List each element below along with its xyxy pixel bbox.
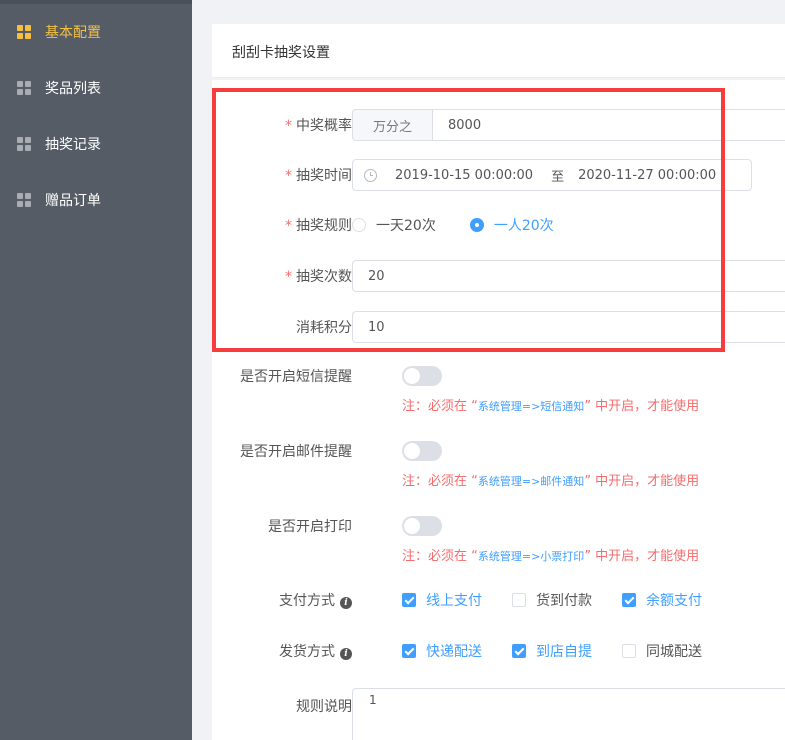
payment-row: 支付方式 i 线上支付 货到付款 余额支付 (212, 590, 785, 610)
sidebar: 基本配置 奖品列表 抽奖记录 赠品订单 (0, 0, 192, 740)
draw-count-row: * 抽奖次数 20 (212, 260, 785, 292)
page-header: 刮刮卡抽奖设置 (212, 24, 785, 78)
draw-time-label: * 抽奖时间 (285, 168, 352, 184)
probability-input[interactable]: 8000 (432, 109, 785, 141)
description-label: 规则说明 (296, 699, 352, 715)
grid-icon (17, 193, 31, 207)
sms-note: 注：必须在 “系统管理=>短信通知” 中开启，才能使用 (402, 399, 700, 414)
draw-rule-row: * 抽奖规则 一天20次 一人20次 (212, 209, 785, 241)
email-note: 注：必须在 “系统管理=>邮件通知” 中开启，才能使用 (402, 474, 700, 489)
start-datetime[interactable]: 2019-10-15 00:00:00 (395, 168, 533, 183)
sidebar-item-basic-config[interactable]: 基本配置 (0, 12, 192, 52)
print-note: 注：必须在 “系统管理=>小票打印” 中开启，才能使用 (402, 549, 700, 564)
rule-option-per-day[interactable]: 一天20次 (352, 215, 436, 235)
draw-rule-label: * 抽奖规则 (285, 218, 352, 234)
email-label: 是否开启邮件提醒 (240, 444, 352, 460)
print-label: 是否开启打印 (268, 519, 352, 535)
info-icon[interactable]: i (340, 597, 352, 609)
rule-option-per-person[interactable]: 一人20次 (469, 215, 554, 235)
checkbox-box (512, 644, 526, 658)
delivery-row: 发货方式 i 快递配送 到店自提 同城配送 (212, 641, 785, 661)
probability-input-group: 万分之 8000 (352, 109, 785, 141)
sidebar-item-prize-list[interactable]: 奖品列表 (0, 68, 192, 108)
points-label: 消耗积分 (296, 320, 352, 336)
payment-cod-checkbox[interactable]: 货到付款 (512, 590, 592, 610)
delivery-pickup-checkbox[interactable]: 到店自提 (512, 641, 592, 661)
delivery-checkbox-group: 快递配送 到店自提 同城配送 (402, 641, 732, 661)
payment-label: 支付方式 i (279, 590, 352, 610)
draw-time-row: * 抽奖时间 2019-10-15 00:00:00 至 2020-11-27 0… (212, 159, 785, 191)
print-toggle[interactable] (402, 516, 442, 536)
checkbox-box (622, 593, 636, 607)
sms-label: 是否开启短信提醒 (240, 369, 352, 385)
grid-icon (17, 81, 31, 95)
end-datetime[interactable]: 2020-11-27 00:00:00 (578, 168, 716, 183)
payment-online-checkbox[interactable]: 线上支付 (402, 590, 482, 610)
points-input[interactable]: 10 (352, 311, 785, 343)
sidebar-top-line (0, 0, 192, 4)
info-icon[interactable]: i (340, 648, 352, 660)
print-row: 是否开启打印 (212, 516, 785, 536)
probability-label: * 中奖概率 (285, 118, 352, 134)
draw-rule-radio-group: 一天20次 一人20次 (352, 209, 588, 241)
draw-count-input[interactable]: 20 (352, 260, 785, 292)
probability-prefix: 万分之 (352, 109, 432, 141)
payment-checkbox-group: 线上支付 货到付款 余额支付 (402, 590, 732, 610)
sidebar-item-draw-records[interactable]: 抽奖记录 (0, 124, 192, 164)
radio-circle (352, 218, 366, 232)
date-separator: 至 (551, 169, 565, 185)
settings-form: * 中奖概率 万分之 8000 * 抽奖时间 2019-10-15 00:00:00… (212, 80, 785, 740)
main-area: 刮刮卡抽奖设置 * 中奖概率 万分之 8000 * 抽奖时间 2019-10-15 … (192, 0, 785, 740)
sidebar-item-label: 赠品订单 (45, 193, 101, 209)
date-range-picker[interactable]: 2019-10-15 00:00:00 至 2020-11-27 00:00:0… (352, 159, 752, 191)
delivery-local-checkbox[interactable]: 同城配送 (622, 641, 702, 661)
checkbox-box (402, 644, 416, 658)
payment-balance-checkbox[interactable]: 余额支付 (622, 590, 702, 610)
delivery-express-checkbox[interactable]: 快递配送 (402, 641, 482, 661)
radio-circle (469, 218, 484, 232)
sidebar-item-gift-orders[interactable]: 赠品订单 (0, 180, 192, 220)
grid-icon (17, 25, 31, 39)
sms-row: 是否开启短信提醒 (212, 366, 785, 386)
sms-toggle[interactable] (402, 366, 442, 386)
page-title: 刮刮卡抽奖设置 (232, 45, 330, 61)
checkbox-box (512, 593, 526, 607)
points-row: 消耗积分 10 (212, 311, 785, 343)
grid-icon (17, 137, 31, 151)
delivery-label: 发货方式 i (279, 641, 352, 661)
sidebar-item-label: 抽奖记录 (45, 137, 101, 153)
description-textarea[interactable]: 1 (352, 688, 785, 740)
sidebar-item-label: 基本配置 (45, 25, 101, 41)
draw-count-label: * 抽奖次数 (285, 269, 352, 285)
probability-row: * 中奖概率 万分之 8000 (212, 109, 785, 141)
clock-icon (364, 168, 377, 182)
checkbox-box (402, 593, 416, 607)
email-toggle[interactable] (402, 441, 442, 461)
checkbox-box (622, 644, 636, 658)
email-row: 是否开启邮件提醒 (212, 441, 785, 461)
sidebar-item-label: 奖品列表 (45, 81, 101, 97)
